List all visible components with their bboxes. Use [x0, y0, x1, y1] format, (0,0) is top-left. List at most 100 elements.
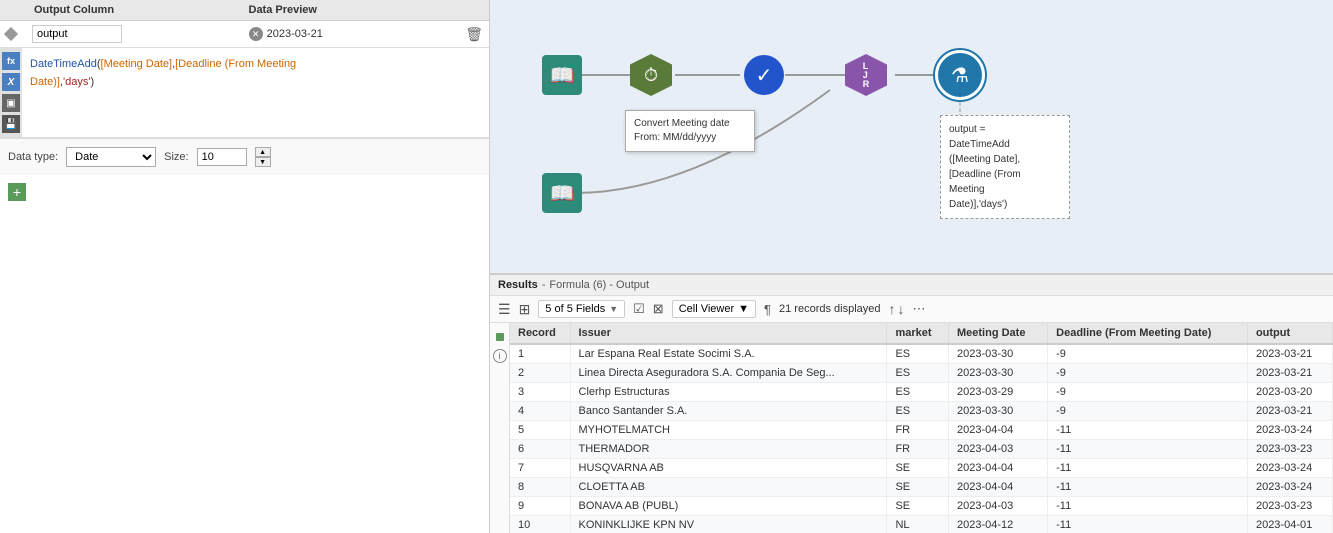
add-field-button[interactable]: +	[8, 183, 26, 201]
table-row[interactable]: 10 KONINKLIJKE KPN NV NL 2023-04-12 -11 …	[510, 516, 1333, 533]
cell-market: ES	[887, 344, 949, 364]
table-row[interactable]: 5 MYHOTELMATCH FR 2023-04-04 -11 2023-03…	[510, 421, 1333, 440]
clear-icon[interactable]: ✕	[249, 27, 263, 41]
formula-field-deadline-2: Date)]	[30, 76, 60, 88]
cell-issuer: CLOETTA AB	[570, 478, 887, 497]
formula-string-days: 'days'	[63, 76, 90, 88]
fields-count-badge[interactable]: 5 of 5 Fields ▼	[538, 300, 625, 318]
book-icon-1: 📖	[542, 55, 582, 95]
cell-output: 2023-03-24	[1247, 459, 1332, 478]
cell-deadline: -9	[1048, 383, 1248, 402]
formula-field-deadline: [Deadline (From Meeting	[175, 58, 296, 70]
book-icon-2: 📖	[542, 173, 582, 213]
results-label: Results	[498, 279, 538, 291]
preview-date-value: 2023-03-21	[267, 28, 323, 40]
formula-text: DateTimeAdd([Meeting Date],[Deadline (Fr…	[22, 48, 489, 137]
col-record: Record	[510, 323, 570, 344]
cell-deadline: -11	[1048, 459, 1248, 478]
cell-deadline: -11	[1048, 421, 1248, 440]
size-spinner[interactable]: ▲ ▼	[255, 147, 271, 167]
cell-record: 10	[510, 516, 570, 533]
cell-output: 2023-03-24	[1247, 421, 1332, 440]
node-join[interactable]: LJR	[845, 54, 887, 96]
cell-meeting-date: 2023-03-29	[949, 383, 1048, 402]
info-icon[interactable]: i	[493, 349, 507, 363]
cell-output: 2023-03-23	[1247, 440, 1332, 459]
cell-viewer-dropdown[interactable]: Cell Viewer ▼	[672, 300, 756, 318]
node-formula-output[interactable]: ⚗	[938, 53, 982, 97]
cell-market: FR	[887, 440, 949, 459]
cell-meeting-date: 2023-03-30	[949, 344, 1048, 364]
cell-output: 2023-03-21	[1247, 344, 1332, 364]
block-icon[interactable]: ▣	[2, 94, 20, 112]
cell-record: 8	[510, 478, 570, 497]
cell-deadline: -9	[1048, 402, 1248, 421]
variable-icon[interactable]: X	[2, 73, 20, 91]
cell-market: ES	[887, 364, 949, 383]
convert-meeting-tooltip: Convert Meeting date From: MM/dd/yyyy	[625, 110, 755, 152]
size-down-button[interactable]: ▼	[255, 157, 271, 167]
table-row[interactable]: 4 Banco Santander S.A. ES 2023-03-30 -9 …	[510, 402, 1333, 421]
table-row[interactable]: 3 Clerhp Estructuras ES 2023-03-29 -9 20…	[510, 383, 1333, 402]
cell-record: 9	[510, 497, 570, 516]
check-icon-2[interactable]: ⊠	[653, 301, 664, 317]
check-icon-1[interactable]: ☑	[633, 301, 645, 317]
green-indicator	[496, 333, 504, 341]
cell-deadline: -9	[1048, 344, 1248, 364]
data-type-select[interactable]: Date String Integer Double	[66, 147, 156, 167]
size-up-button[interactable]: ▲	[255, 147, 271, 157]
cell-record: 5	[510, 421, 570, 440]
sort-up-arrow[interactable]: ↑	[889, 301, 896, 317]
cell-issuer: Linea Directa Aseguradora S.A. Compania …	[570, 364, 887, 383]
results-detail: Formula (6) - Output	[549, 279, 649, 291]
table-row[interactable]: 6 THERMADOR FR 2023-04-03 -11 2023-03-23	[510, 440, 1333, 459]
table-row[interactable]: 9 BONAVA AB (PUBL) SE 2023-04-03 -11 202…	[510, 497, 1333, 516]
formula-icon[interactable]: fx	[2, 52, 20, 70]
node-checkmark[interactable]: ✓	[744, 55, 784, 95]
workflow-canvas: 📖 ⏱ Convert Meeting date From: MM/dd/yyy…	[490, 0, 1333, 273]
node-input1[interactable]: 📖	[542, 55, 582, 95]
results-side-bar: i	[490, 323, 510, 533]
add-button-container: +	[0, 175, 489, 209]
cell-meeting-date: 2023-04-03	[949, 497, 1048, 516]
cell-output: 2023-03-21	[1247, 364, 1332, 383]
delete-row-icon[interactable]: 🗑	[465, 26, 483, 43]
cell-market: FR	[887, 421, 949, 440]
column-header-row: Output Column Data Preview	[0, 0, 489, 21]
table-row[interactable]: 2 Linea Directa Aseguradora S.A. Compani…	[510, 364, 1333, 383]
cell-record: 4	[510, 402, 570, 421]
cell-meeting-date: 2023-03-30	[949, 402, 1048, 421]
workflow-connections	[490, 0, 1333, 273]
table-row[interactable]: 8 CLOETTA AB SE 2023-04-04 -11 2023-03-2…	[510, 478, 1333, 497]
data-type-label: Data type:	[8, 151, 58, 163]
table-row[interactable]: 1 Lar Espana Real Estate Socimi S.A. ES …	[510, 344, 1333, 364]
cell-issuer: Lar Espana Real Estate Socimi S.A.	[570, 344, 887, 364]
column-view-icon[interactable]: ⊞	[519, 301, 531, 318]
cell-meeting-date: 2023-03-30	[949, 364, 1048, 383]
sort-down-arrow[interactable]: ↓	[898, 301, 905, 317]
cell-issuer: KONINKLIJKE KPN NV	[570, 516, 887, 533]
list-view-icon[interactable]: ☰	[498, 301, 511, 318]
cell-meeting-date: 2023-04-04	[949, 459, 1048, 478]
col-deadline: Deadline (From Meeting Date)	[1048, 323, 1248, 344]
results-table-area: i Record Issuer market Meeting Date Dead…	[490, 323, 1333, 533]
output-name-input[interactable]	[32, 25, 122, 43]
results-panel: Results - Formula (6) - Output ☰ ⊞ 5 of …	[490, 273, 1333, 533]
cell-market: SE	[887, 497, 949, 516]
results-tbody: 1 Lar Espana Real Estate Socimi S.A. ES …	[510, 344, 1333, 533]
right-panel: 📖 ⏱ Convert Meeting date From: MM/dd/yyy…	[490, 0, 1333, 533]
tooltip-convert-text: Convert Meeting date From: MM/dd/yyyy	[634, 118, 730, 143]
paragraph-icon[interactable]: ¶	[764, 302, 771, 317]
fields-chevron-icon: ▼	[609, 304, 618, 314]
node-input2[interactable]: 📖	[542, 173, 582, 213]
size-input[interactable]	[197, 148, 247, 166]
more-options-icon[interactable]: ⋯	[913, 301, 926, 317]
table-row[interactable]: 7 HUSQVARNA AB SE 2023-04-04 -11 2023-03…	[510, 459, 1333, 478]
cell-market: ES	[887, 383, 949, 402]
formula-field-meeting: [Meeting Date]	[101, 58, 173, 70]
expand-icon[interactable]	[4, 27, 18, 41]
save-icon[interactable]: 💾	[2, 115, 20, 133]
output-column-header: Output Column	[34, 4, 241, 16]
cell-record: 3	[510, 383, 570, 402]
node-clock[interactable]: ⏱	[630, 54, 672, 96]
